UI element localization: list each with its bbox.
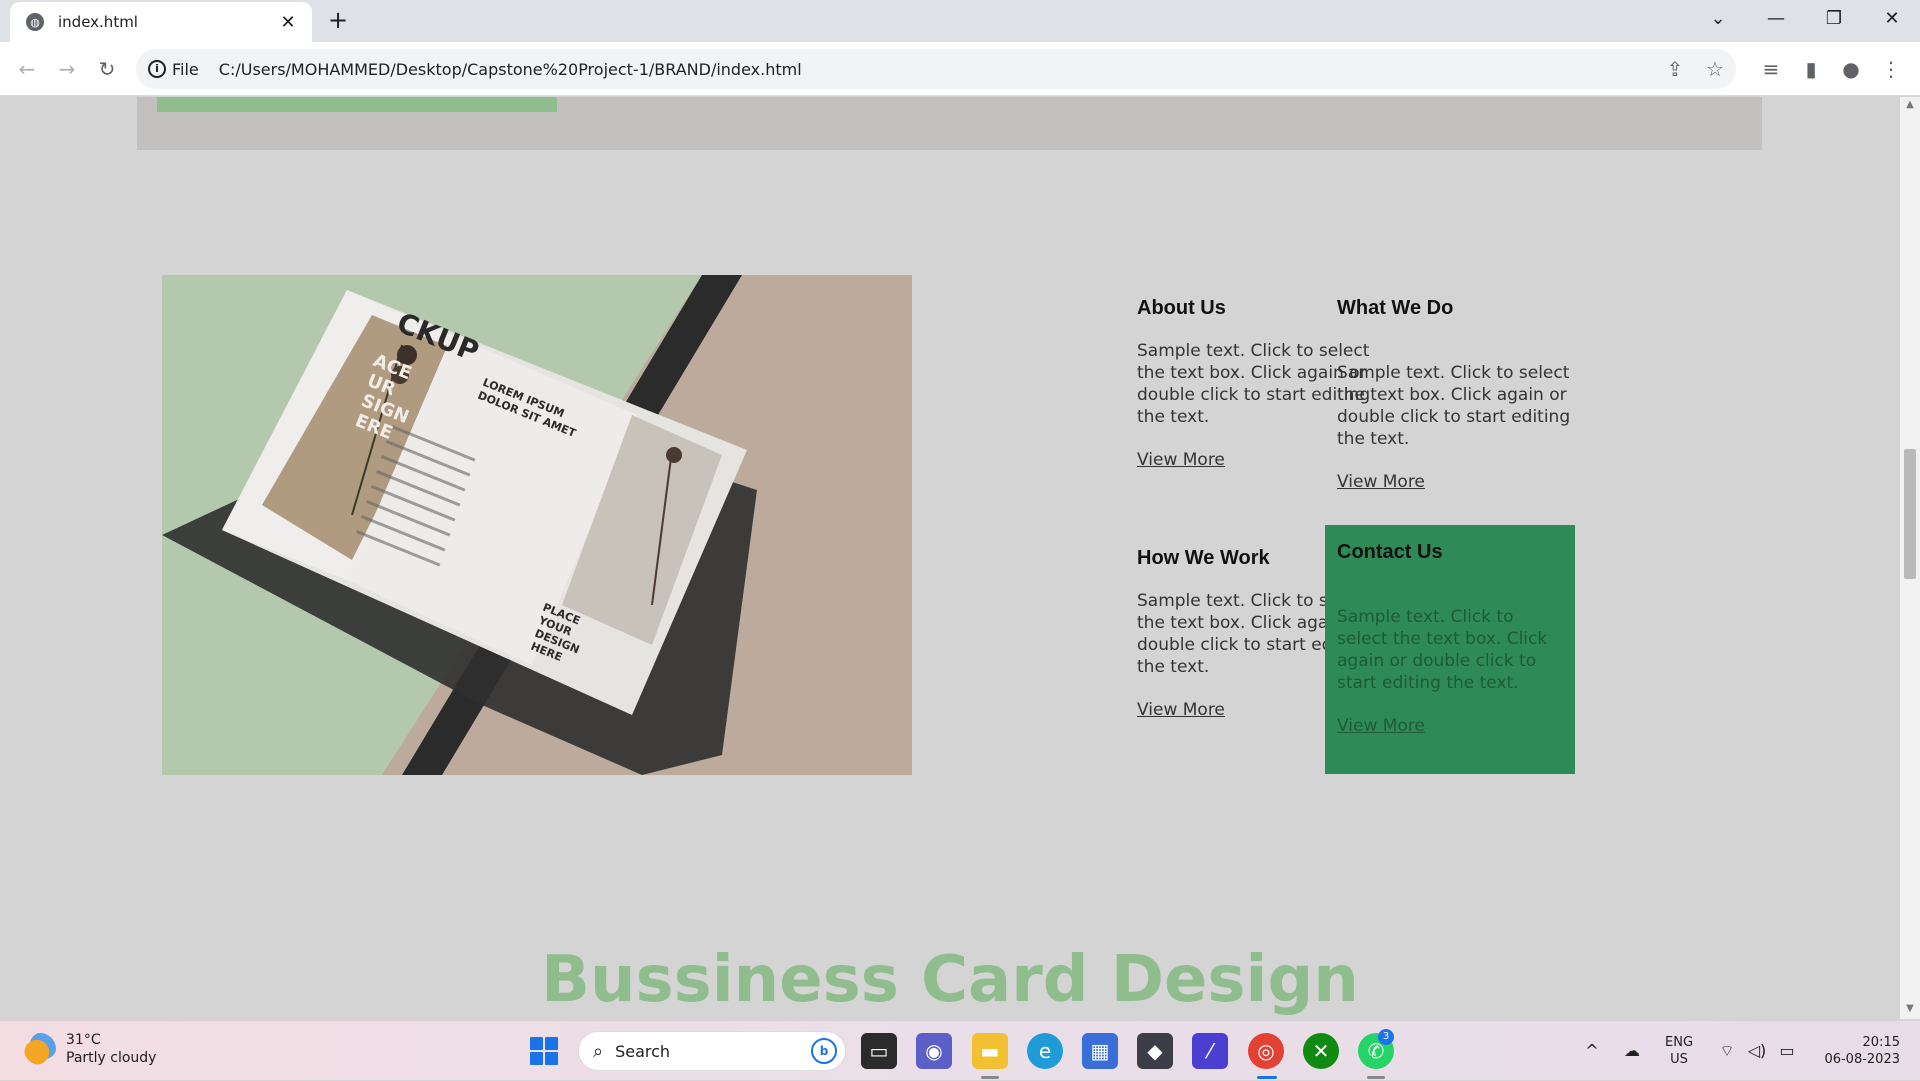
back-arrow-icon[interactable]: ←: [12, 54, 42, 84]
how-we-work-view-more-link[interactable]: View More: [1137, 700, 1225, 720]
file-explorer-running-indicator: [981, 1076, 999, 1079]
close-tab-icon[interactable]: ✕: [276, 12, 300, 33]
language-code: ENG: [1665, 1035, 1694, 1050]
scroll-up-arrow-icon[interactable]: ▲: [1900, 99, 1920, 115]
about-us-view-more-link[interactable]: View More: [1137, 450, 1225, 470]
side-panel-icon[interactable]: ▮: [1796, 54, 1826, 84]
profile-avatar-icon[interactable]: ●: [1836, 54, 1866, 84]
taskbar-search-box[interactable]: ⌕ Search b: [578, 1031, 846, 1071]
whatsapp-running-indicator: [1367, 1076, 1385, 1079]
previous-section-band: [137, 97, 1762, 150]
contact-us-heading: Contact Us: [1337, 541, 1443, 563]
edge-browser-icon[interactable]: e: [1027, 1033, 1063, 1069]
tab-title: index.html: [58, 13, 138, 31]
code-app-icon[interactable]: ⁄: [1192, 1033, 1228, 1069]
weather-condition: Partly cloudy: [66, 1050, 157, 1066]
chrome-browser-icon[interactable]: ◎: [1248, 1033, 1284, 1069]
search-icon: ⌕: [593, 1040, 604, 1062]
file-explorer-icon[interactable]: ▬: [972, 1033, 1008, 1069]
address-scheme: File: [172, 59, 199, 79]
what-we-do-view-more-link[interactable]: View More: [1337, 472, 1425, 492]
browser-tab-bar: ◍ index.html ✕ + ⌄ — ❐ ✕: [0, 0, 1920, 42]
what-we-do-block: What We Do Sample text. Click to select …: [1337, 297, 1587, 492]
xbox-icon[interactable]: ✕: [1303, 1033, 1339, 1069]
task-view-icon[interactable]: ▭: [861, 1033, 897, 1069]
language-indicator[interactable]: ENG US: [1665, 1034, 1693, 1068]
page-viewport: CKUP LOREM IPSUM DOLOR SIT AMET PLACE YO…: [0, 97, 1900, 1019]
bing-icon[interactable]: b: [811, 1038, 837, 1064]
tab-search-chevron-icon[interactable]: ⌄: [1690, 0, 1746, 40]
clock-date: 06-08-2023: [1824, 1052, 1900, 1067]
scroll-down-arrow-icon[interactable]: ▼: [1900, 1003, 1920, 1019]
unity-hub-icon[interactable]: ◆: [1137, 1033, 1173, 1069]
page-scrollbar[interactable]: ▲ ▼: [1900, 97, 1920, 1019]
partly-cloudy-icon: [24, 1033, 56, 1065]
what-we-do-text[interactable]: Sample text. Click to select the text bo…: [1337, 362, 1587, 450]
site-info-icon[interactable]: i: [148, 60, 166, 78]
browser-tab[interactable]: ◍ index.html ✕: [10, 2, 312, 42]
volume-icon[interactable]: ◁): [1744, 1021, 1770, 1081]
new-tab-button[interactable]: +: [324, 6, 352, 34]
scrollbar-thumb[interactable]: [1904, 449, 1916, 579]
teams-chat-icon[interactable]: ◉: [916, 1033, 952, 1069]
contact-us-block[interactable]: Contact Us Sample text. Click to select …: [1325, 525, 1575, 774]
whatsapp-notification-badge: 3: [1378, 1029, 1394, 1045]
clock-time: 20:15: [1862, 1035, 1900, 1050]
onedrive-cloud-icon[interactable]: ☁: [1618, 1021, 1646, 1081]
region-code: US: [1670, 1052, 1688, 1067]
forward-arrow-icon[interactable]: →: [52, 54, 82, 84]
brochure-illustration: CKUP LOREM IPSUM DOLOR SIT AMET PLACE YO…: [162, 275, 912, 775]
weather-widget[interactable]: 31°C Partly cloudy: [24, 1031, 156, 1067]
contact-us-text[interactable]: Sample text. Click to select the text bo…: [1337, 606, 1563, 694]
taskbar-search-placeholder: Search: [615, 1041, 671, 1061]
windows-taskbar: 31°C Partly cloudy ⌕ Search b ▭ ◉ ▬ e ▦ …: [0, 1020, 1920, 1080]
menu-kebab-icon[interactable]: ⋮: [1876, 54, 1906, 84]
windows-start-icon[interactable]: [530, 1037, 558, 1065]
close-window-button[interactable]: ✕: [1864, 0, 1920, 40]
system-clock[interactable]: 20:15 06-08-2023: [1810, 1034, 1900, 1068]
brochure-mockup-image: CKUP LOREM IPSUM DOLOR SIT AMET PLACE YO…: [162, 275, 912, 775]
address-url[interactable]: C:/Users/MOHAMMED/Desktop/Capstone%20Pro…: [219, 60, 802, 79]
contact-us-view-more-link[interactable]: View More: [1337, 716, 1425, 736]
microsoft-store-icon[interactable]: ▦: [1082, 1033, 1118, 1069]
wifi-icon[interactable]: ⌔: [1714, 1021, 1740, 1081]
show-hidden-icons-chevron-icon[interactable]: ^: [1580, 1021, 1604, 1081]
globe-icon: ◍: [26, 13, 44, 31]
previous-section-green-bar: [157, 97, 557, 112]
section-title: Bussiness Card Design: [541, 943, 1359, 1017]
bookmark-star-icon[interactable]: ☆: [1700, 49, 1730, 89]
battery-icon[interactable]: ▭: [1774, 1021, 1800, 1081]
chrome-active-indicator: [1257, 1076, 1277, 1079]
reload-icon[interactable]: ↻: [92, 54, 122, 84]
share-icon[interactable]: ⇪: [1660, 49, 1690, 89]
browser-toolbar: ← → ↻ i File C:/Users/MOHAMMED/Desktop/C…: [0, 42, 1920, 96]
restore-button[interactable]: ❐: [1806, 0, 1862, 40]
minimize-button[interactable]: —: [1748, 0, 1804, 40]
weather-temp: 31°C: [66, 1032, 101, 1048]
what-we-do-heading: What We Do: [1337, 297, 1454, 319]
reading-list-icon[interactable]: ≡: [1756, 54, 1786, 84]
address-bar[interactable]: i File C:/Users/MOHAMMED/Desktop/Capston…: [136, 49, 1736, 89]
